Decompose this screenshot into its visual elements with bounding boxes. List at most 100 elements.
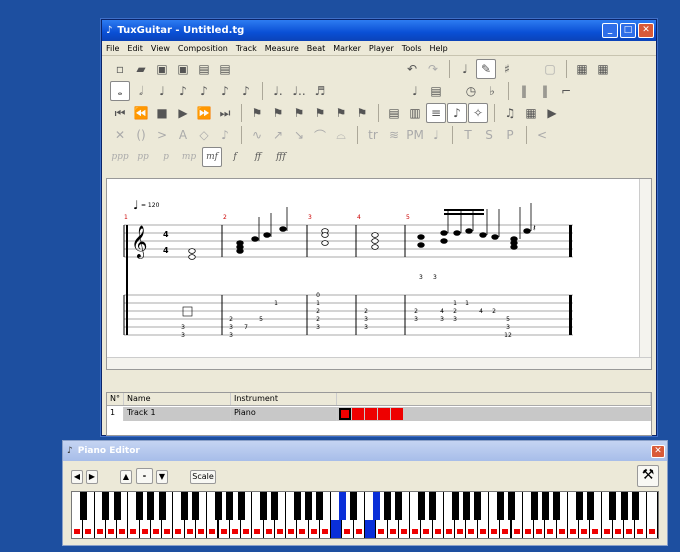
dynamic-f-button[interactable]: f — [225, 147, 245, 167]
marker-flag-icon[interactable]: ⚑ — [247, 103, 267, 123]
dynamic-pp-button[interactable]: pp — [133, 147, 153, 167]
first-measure-icon[interactable]: ⏮ — [110, 103, 130, 123]
palm-mute-icon[interactable]: PM — [405, 125, 425, 145]
piano-black-key[interactable] — [79, 492, 87, 520]
sixty-fourth-note-icon[interactable]: ♪ — [236, 81, 256, 101]
trill-icon[interactable]: tr — [363, 125, 383, 145]
dynamic-ff-button[interactable]: ff — [248, 147, 268, 167]
heavy-accent-icon[interactable]: A — [173, 125, 193, 145]
tremolo-icon[interactable]: ≋ — [384, 125, 404, 145]
slide-icon[interactable]: ↘ — [289, 125, 309, 145]
settings-icon[interactable]: ▢ — [540, 59, 560, 79]
menu-beat[interactable]: Beat — [307, 44, 325, 53]
fretboard-icon[interactable]: ▥ — [405, 103, 425, 123]
popping-icon[interactable]: P — [500, 125, 520, 145]
metronome-icon[interactable]: ◷ — [461, 81, 481, 101]
half-note-icon[interactable]: 𝅗𝅥 — [131, 81, 151, 101]
piano-black-key[interactable] — [158, 492, 166, 520]
quarter-note-icon[interactable]: ♩ — [152, 81, 172, 101]
vibrato-icon[interactable]: ∿ — [247, 125, 267, 145]
up-button[interactable]: ▲ — [120, 470, 132, 484]
save-icon[interactable]: ▣ — [152, 59, 172, 79]
piano-black-key[interactable] — [113, 492, 121, 520]
close-button[interactable]: ✕ — [638, 23, 654, 38]
dynamic-mp-button[interactable]: mp — [179, 147, 199, 167]
open-icon[interactable]: ▰ — [131, 59, 151, 79]
repeat-open-icon[interactable]: ‖ — [514, 81, 534, 101]
dynamic-mf-button[interactable]: mf — [202, 147, 222, 167]
tapping-icon[interactable]: T — [458, 125, 478, 145]
piano-black-key[interactable] — [586, 492, 594, 520]
menu-track[interactable]: Track — [236, 44, 257, 53]
next-icon[interactable]: ▶ — [542, 103, 562, 123]
piano-black-key[interactable] — [305, 492, 313, 520]
piano-black-key[interactable] — [609, 492, 617, 520]
piano-black-key[interactable] — [136, 492, 144, 520]
down-button[interactable]: ▼ — [156, 470, 168, 484]
mixer-icon[interactable]: ✧ — [468, 103, 488, 123]
piano-black-key[interactable] — [316, 492, 324, 520]
piano-black-key[interactable] — [384, 492, 392, 520]
piano-black-key[interactable] — [462, 492, 470, 520]
piano-black-key[interactable] — [395, 492, 403, 520]
track-row[interactable]: 1 Track 1 Piano — [107, 407, 651, 421]
marker-flag-icon[interactable]: ⚑ — [331, 103, 351, 123]
measure-cell[interactable] — [365, 408, 377, 420]
fade-in-icon[interactable]: < — [532, 125, 552, 145]
piano-close-button[interactable]: ✕ — [651, 444, 665, 458]
piano-black-key[interactable] — [181, 492, 189, 520]
sixteenth-note-icon[interactable]: ♪ — [194, 81, 214, 101]
save-as-icon[interactable]: ▣ — [173, 59, 193, 79]
next-button[interactable]: ▶ — [86, 470, 98, 484]
dynamic-ppp-button[interactable]: ppp — [110, 147, 130, 167]
score-editor[interactable]: 1 2 3 4 5 𝄞 4 4 ♩ = 120 3 3 𝄽 3 3 2 3 3 7 5 1 0 1 2 2 3 2 3 3 2 3 4 3 1 2 3… — [106, 178, 652, 370]
last-measure-icon[interactable]: ⏭ — [215, 103, 235, 123]
chord-menu-icon[interactable]: ▤ — [426, 81, 446, 101]
piano-black-key[interactable] — [620, 492, 628, 520]
measure-cell[interactable] — [378, 408, 390, 420]
previous-button[interactable]: ◀ — [71, 470, 83, 484]
menu-composition[interactable]: Composition — [178, 44, 228, 53]
menu-file[interactable]: File — [106, 44, 119, 53]
tablature-icon[interactable]: ♯ — [497, 59, 517, 79]
piano-white-key[interactable] — [646, 492, 657, 538]
piano-black-key[interactable] — [417, 492, 425, 520]
table-icon[interactable]: ▦ — [521, 103, 541, 123]
vertical-scrollbar[interactable] — [639, 179, 651, 369]
piano-icon[interactable]: ♪ — [447, 103, 467, 123]
slap-icon[interactable]: ⌓ — [331, 125, 351, 145]
col-name[interactable]: Name — [124, 393, 231, 405]
measure-cell[interactable] — [352, 408, 364, 420]
piano-black-key[interactable] — [147, 492, 155, 520]
piano-black-key[interactable] — [271, 492, 279, 520]
whole-note-icon[interactable]: 𝅝 — [110, 81, 130, 101]
piano-black-key[interactable] — [260, 492, 268, 520]
piano-black-key[interactable] — [530, 492, 538, 520]
matrix-icon[interactable]: ≡ — [426, 103, 446, 123]
menu-edit[interactable]: Edit — [127, 44, 143, 53]
piano-black-key[interactable] — [293, 492, 301, 520]
marker-flag-icon[interactable]: ⚑ — [268, 103, 288, 123]
stop-icon[interactable]: ■ — [152, 103, 172, 123]
transport-icon[interactable]: ▤ — [384, 103, 404, 123]
print-icon[interactable]: ▤ — [194, 59, 214, 79]
marker-icon[interactable]: ♭ — [482, 81, 502, 101]
piano-black-key[interactable] — [372, 492, 380, 520]
staccato-icon[interactable]: ♩ — [426, 125, 446, 145]
print-preview-icon[interactable]: ▤ — [215, 59, 235, 79]
measure-cell[interactable] — [391, 408, 403, 420]
dead-note-icon[interactable]: ✕ — [110, 125, 130, 145]
marker-flag-icon[interactable]: ⚑ — [310, 103, 330, 123]
piano-black-key[interactable] — [237, 492, 245, 520]
harmonic-icon[interactable]: ◇ — [194, 125, 214, 145]
double-dotted-note-icon[interactable]: ♩.. — [289, 81, 309, 101]
piano-black-key[interactable] — [496, 492, 504, 520]
play-icon[interactable]: ▶ — [173, 103, 193, 123]
scale-button[interactable]: Scale — [190, 470, 216, 484]
marker-flag-icon[interactable]: ⚑ — [289, 103, 309, 123]
piano-black-key[interactable] — [215, 492, 222, 520]
pencil-icon[interactable]: ✎ — [476, 59, 496, 79]
piano-black-key[interactable] — [192, 492, 200, 520]
scale-icon[interactable]: ▦ — [593, 59, 613, 79]
hammer-icon[interactable]: ⌒ — [310, 125, 330, 145]
